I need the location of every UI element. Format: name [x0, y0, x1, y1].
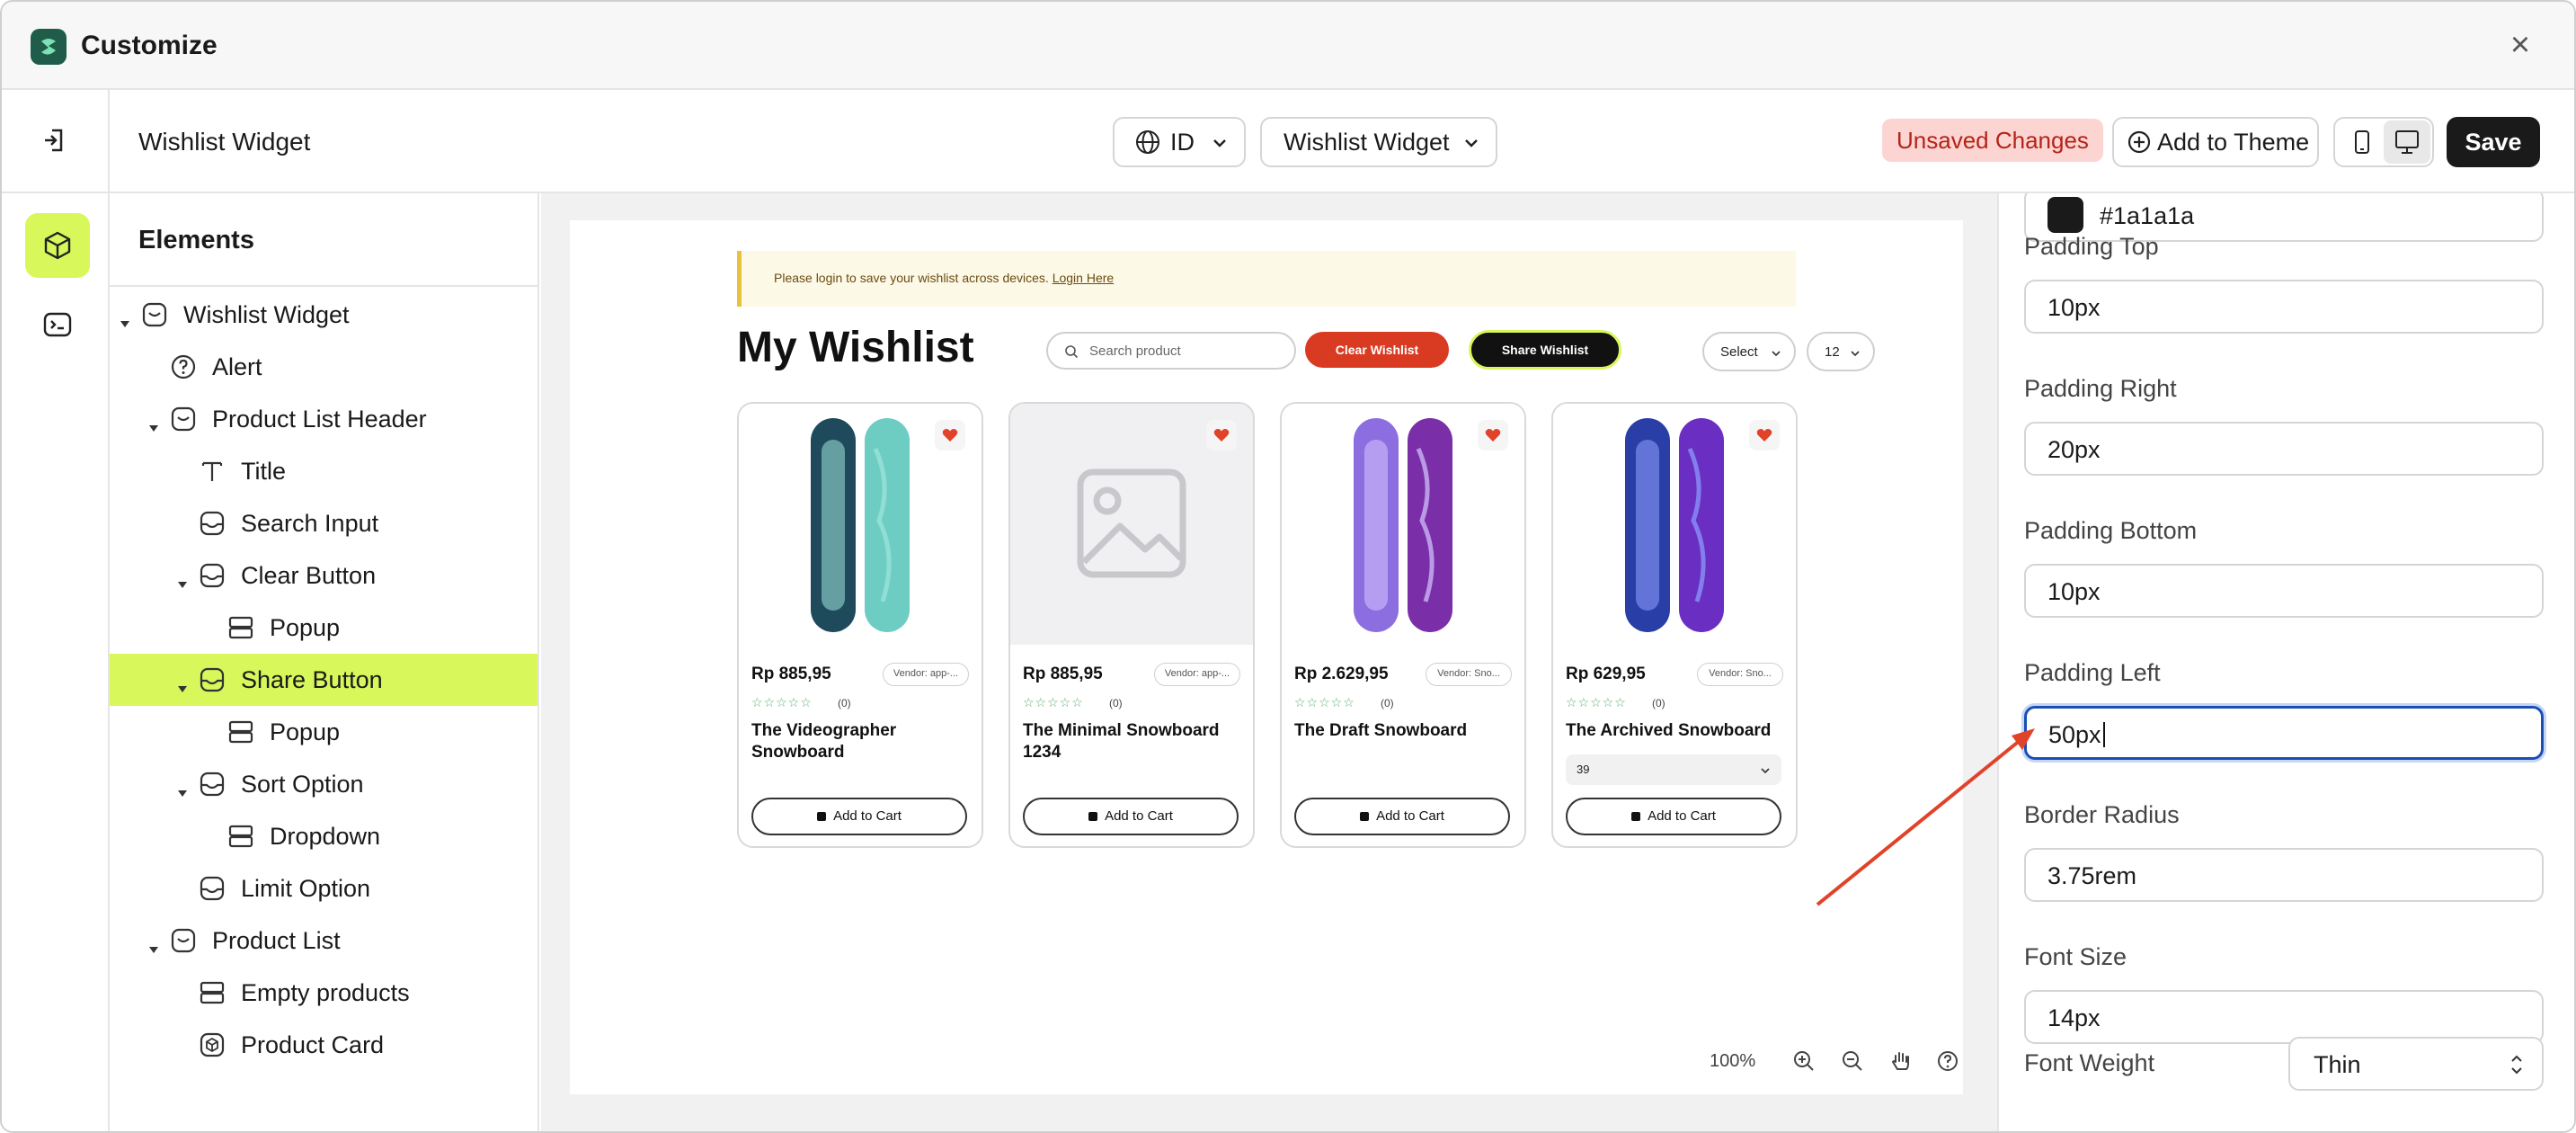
annotation-arrow: [1816, 728, 2035, 906]
app-window: Customize × Wishlist Widget ID Wishlist …: [0, 0, 2576, 1133]
